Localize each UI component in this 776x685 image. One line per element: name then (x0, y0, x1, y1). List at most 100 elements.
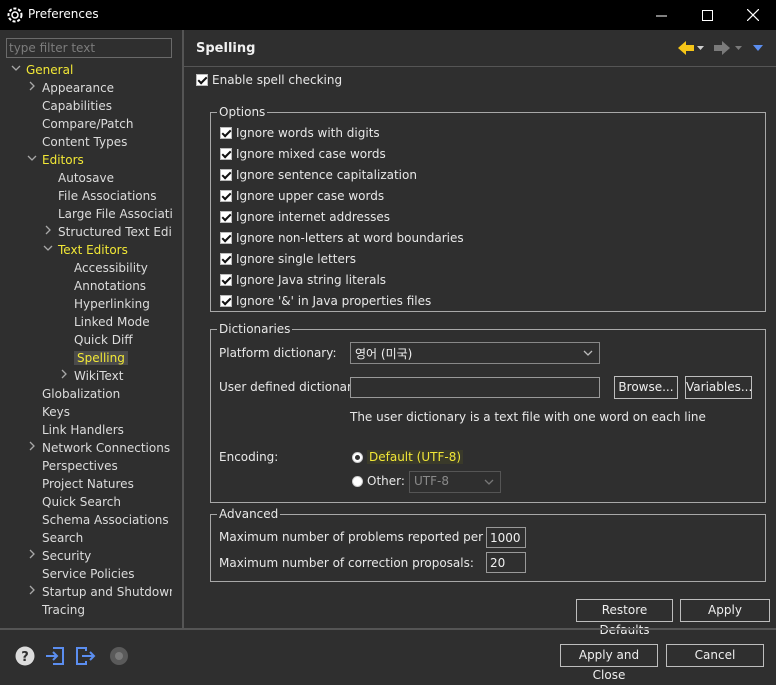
checkbox-checked-icon (220, 211, 232, 223)
option-checkbox[interactable]: Ignore sentence capitalization (220, 166, 417, 184)
tree-item-label: Text Editors (58, 243, 128, 257)
tree-item[interactable]: Link Handlers (4, 422, 172, 440)
tree-item[interactable]: Schema Associations (4, 512, 172, 530)
tree-item[interactable]: Content Types (4, 134, 172, 152)
minimize-icon (655, 15, 667, 16)
max-problems-input[interactable] (486, 527, 526, 548)
window-title: Preferences (28, 7, 99, 21)
option-checkbox[interactable]: Ignore non-letters at word boundaries (220, 229, 464, 247)
chevron-down-icon[interactable] (26, 153, 38, 167)
tree-item[interactable]: Editors (4, 152, 172, 170)
tree-item[interactable]: Network Connections (4, 440, 172, 458)
view-menu-icon[interactable] (753, 45, 763, 51)
tree-item[interactable]: Startup and Shutdown (4, 584, 172, 602)
tree-item[interactable]: WikiText (4, 368, 172, 386)
tree-item[interactable]: File Associations (4, 188, 172, 206)
tree-item[interactable]: Hyperlinking (4, 296, 172, 314)
chevron-right-icon[interactable] (58, 369, 70, 383)
tree-item[interactable]: Security (4, 548, 172, 566)
tree-item-label: Tracing (42, 603, 86, 617)
encoding-default-radio[interactable] (352, 452, 363, 463)
chevron-right-icon[interactable] (42, 225, 54, 239)
option-label: Ignore Java string literals (236, 273, 387, 287)
chevron-down-icon[interactable] (10, 63, 22, 77)
checkbox-checked-icon (220, 148, 232, 160)
tree-item[interactable]: Structured Text Edit (4, 224, 172, 242)
browse-button[interactable]: Browse... (614, 376, 678, 399)
header-separator (184, 66, 776, 67)
tree-item[interactable]: Accessibility (4, 260, 172, 278)
tree-item[interactable]: Appearance (4, 80, 172, 98)
minimize-button[interactable] (638, 0, 684, 30)
enable-spell-checkbox[interactable]: Enable spell checking (196, 71, 342, 89)
tree-item[interactable]: Autosave (4, 170, 172, 188)
platform-dictionary-value: 영어 (미국) (355, 347, 413, 361)
platform-dictionary-select[interactable]: 영어 (미국) (350, 342, 600, 364)
help-icon[interactable]: ? (14, 645, 36, 667)
maximize-icon (701, 9, 713, 21)
tree-item[interactable]: Spelling (4, 350, 172, 368)
forward-arrow-icon (714, 41, 730, 55)
close-button[interactable] (730, 0, 776, 30)
chevron-right-icon[interactable] (26, 81, 38, 95)
chevron-right-icon[interactable] (26, 585, 38, 599)
restore-defaults-button[interactable]: Restore Defaults (576, 599, 673, 637)
tree-item[interactable]: Compare/Patch (4, 116, 172, 134)
export-icon[interactable] (74, 645, 96, 667)
tree-item-label: Link Handlers (42, 423, 124, 437)
checkbox-checked-icon (220, 127, 232, 139)
option-checkbox[interactable]: Ignore words with digits (220, 124, 380, 142)
tree-item[interactable]: Search (4, 530, 172, 548)
import-icon[interactable] (44, 645, 66, 667)
tree-item[interactable]: General (4, 62, 172, 80)
tree-item[interactable]: Quick Diff (4, 332, 172, 350)
record-icon[interactable] (108, 645, 130, 667)
apply-button[interactable]: Apply (680, 599, 770, 622)
encoding-other-radio[interactable] (352, 476, 363, 487)
option-checkbox[interactable]: Ignore internet addresses (220, 208, 390, 226)
pane-divider[interactable] (182, 30, 184, 628)
preference-tree[interactable]: General Appearance Capabilities Compare/Pat… (4, 62, 172, 628)
user-dictionary-input[interactable] (350, 377, 600, 398)
tree-item[interactable]: Quick Search (4, 494, 172, 512)
maximize-button[interactable] (684, 0, 730, 30)
cancel-button[interactable]: Cancel (666, 644, 764, 667)
tree-item[interactable]: Project Natures (4, 476, 172, 494)
back-arrow-icon[interactable] (678, 41, 694, 55)
tree-item[interactable]: Service Policies (4, 566, 172, 584)
option-checkbox[interactable]: Ignore Java string literals (220, 271, 386, 289)
tree-item[interactable]: Text Editors (4, 242, 172, 260)
tree-item-label: Accessibility (74, 261, 148, 275)
option-label: Ignore mixed case words (236, 147, 386, 161)
chevron-right-icon[interactable] (26, 441, 38, 455)
tree-item[interactable]: Tracing (4, 602, 172, 620)
option-checkbox[interactable]: Ignore single letters (220, 250, 356, 268)
encoding-other-label[interactable]: Other: (367, 474, 405, 488)
encoding-other-value: UTF-8 (414, 474, 449, 488)
checkbox-checked-icon (220, 253, 232, 265)
chevron-right-icon[interactable] (26, 549, 38, 563)
encoding-default-label[interactable]: Default (UTF-8) (367, 450, 464, 464)
tree-item[interactable]: Perspectives (4, 458, 172, 476)
tree-item[interactable]: Globalization (4, 386, 172, 404)
filter-input[interactable] (6, 38, 172, 58)
apply-and-close-button[interactable]: Apply and Close (560, 644, 658, 682)
tree-item-label: Editors (42, 153, 84, 167)
tree-item[interactable]: Large File Associatic (4, 206, 172, 224)
option-checkbox[interactable]: Ignore mixed case words (220, 145, 386, 163)
user-dictionary-hint: The user dictionary is a text file with … (350, 410, 706, 424)
chevron-down-icon[interactable] (42, 243, 54, 257)
tree-item-label: Service Policies (42, 567, 135, 581)
options-group-title: Options (217, 105, 268, 119)
tree-item[interactable]: Linked Mode (4, 314, 172, 332)
encoding-label: Encoding: (219, 450, 279, 464)
variables-button[interactable]: Variables... (685, 376, 752, 399)
tree-item[interactable]: Capabilities (4, 98, 172, 116)
option-checkbox[interactable]: Ignore upper case words (220, 187, 384, 205)
tree-item[interactable]: Keys (4, 404, 172, 422)
option-checkbox[interactable]: Ignore '&' in Java properties files (220, 292, 431, 310)
tree-item-label: Capabilities (42, 99, 112, 113)
back-menu-chevron-icon[interactable] (697, 46, 704, 50)
max-proposals-input[interactable] (486, 552, 526, 573)
tree-item[interactable]: Annotations (4, 278, 172, 296)
